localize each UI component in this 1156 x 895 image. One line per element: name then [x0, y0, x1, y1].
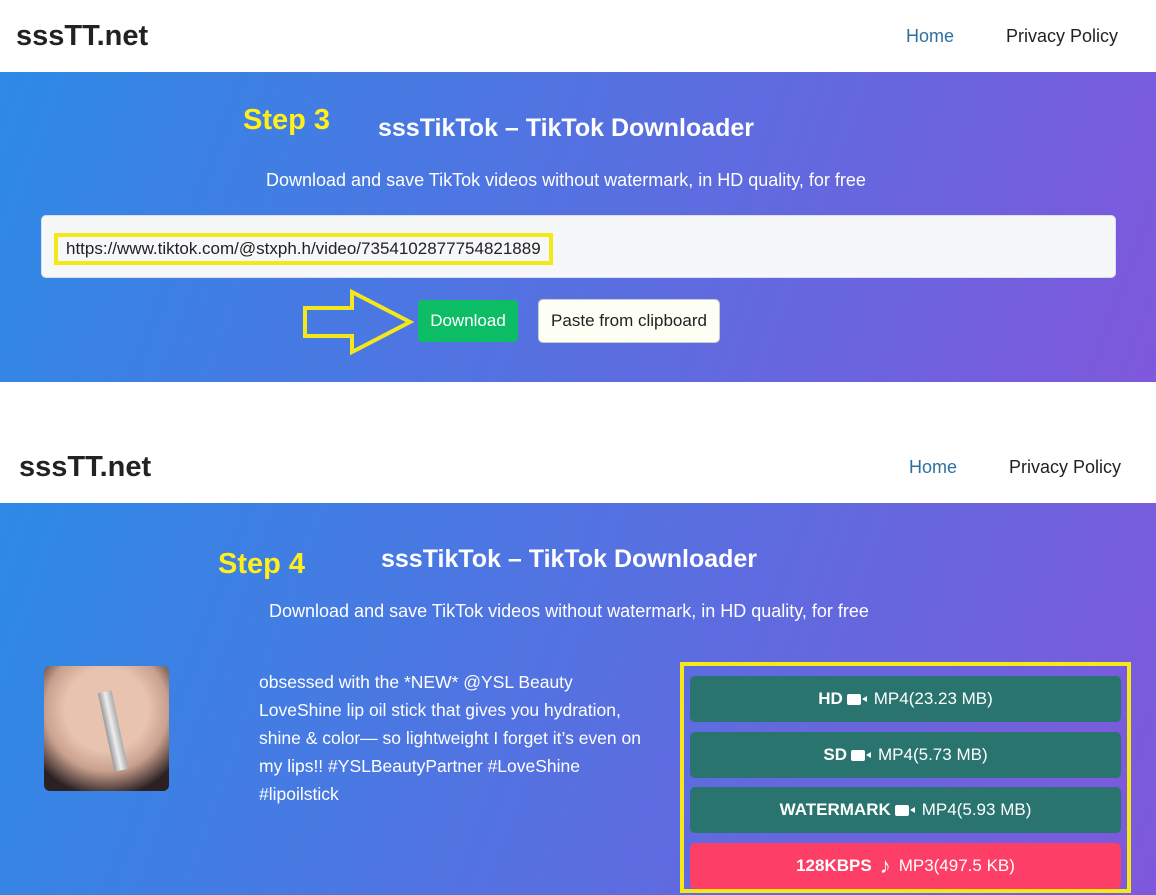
- url-input-value[interactable]: https://www.tiktok.com/@stxph.h/video/73…: [54, 233, 553, 265]
- paste-from-clipboard-button[interactable]: Paste from clipboard: [538, 299, 720, 343]
- video-thumbnail: [44, 666, 169, 791]
- format-label: MP4(23.23 MB): [873, 689, 993, 708]
- step-annotation: Step 4: [218, 548, 306, 580]
- page-subtitle: Download and save TikTok videos without …: [266, 170, 866, 190]
- nav-home[interactable]: Home: [906, 26, 954, 47]
- download-button[interactable]: Download: [418, 300, 518, 342]
- video-camera-icon: [846, 693, 867, 705]
- download-sd-button[interactable]: SD MP4(5.73 MB): [690, 732, 1121, 778]
- site-header: sssTT.net Home Privacy Policy: [0, 0, 1156, 72]
- video-camera-icon: [851, 749, 872, 761]
- quality-label: WATERMARK: [779, 800, 891, 819]
- video-camera-icon: [894, 804, 915, 816]
- quality-label: 128KBPS: [796, 856, 872, 875]
- site-logo[interactable]: sssTT.net: [16, 20, 148, 53]
- site-logo[interactable]: sssTT.net: [19, 451, 151, 484]
- quality-label: HD: [818, 689, 843, 708]
- format-label: MP4(5.93 MB): [921, 800, 1032, 819]
- url-input[interactable]: https://www.tiktok.com/@stxph.h/video/73…: [41, 215, 1116, 278]
- page-subtitle: Download and save TikTok videos without …: [269, 601, 869, 621]
- quality-label: SD: [823, 745, 848, 764]
- page-title: sssTikTok – TikTok Downloader: [378, 114, 755, 142]
- video-description: obsessed with the *NEW* @YSL Beauty Love…: [259, 672, 641, 804]
- music-note-icon: ♪: [879, 853, 891, 878]
- download-hd-button[interactable]: HD MP4(23.23 MB): [690, 676, 1121, 722]
- nav-privacy-policy[interactable]: Privacy Policy: [1009, 457, 1121, 478]
- nav-home[interactable]: Home: [909, 457, 957, 478]
- format-label: MP4(5.73 MB): [878, 745, 988, 764]
- format-label: MP3(497.5 KB): [898, 856, 1015, 875]
- step-annotation: Step 3: [243, 104, 331, 136]
- nav-privacy-policy[interactable]: Privacy Policy: [1006, 26, 1118, 47]
- download-watermark-button[interactable]: WATERMARK MP4(5.93 MB): [690, 787, 1121, 833]
- site-header: sssTT.net Home Privacy Policy: [0, 431, 1156, 503]
- download-options: HD MP4(23.23 MB) SD MP4(5.73 MB) WATERMARK…: [680, 662, 1131, 893]
- page-title: sssTikTok – TikTok Downloader: [381, 545, 758, 573]
- arrow-right-icon: [303, 288, 415, 356]
- download-mp3-button[interactable]: 128KBPS ♪ MP3(497.5 KB): [690, 843, 1121, 889]
